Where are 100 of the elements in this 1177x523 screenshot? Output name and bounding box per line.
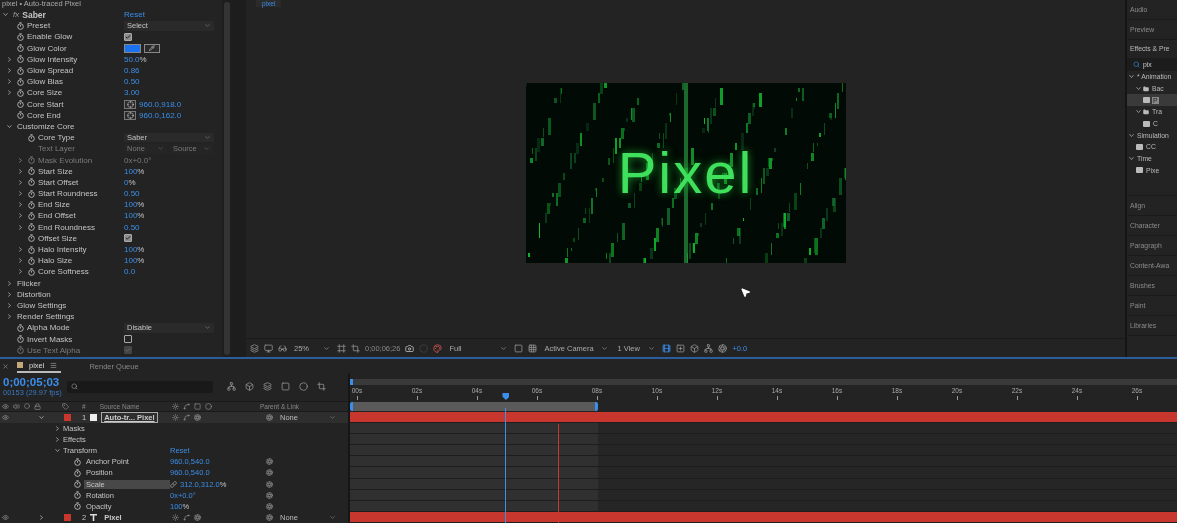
chevron-icon[interactable] xyxy=(1136,86,1141,92)
crosshair-button[interactable] xyxy=(124,99,136,109)
label-color[interactable] xyxy=(64,413,71,421)
stopwatch-icon[interactable] xyxy=(28,245,35,254)
grid-icon[interactable] xyxy=(528,343,538,353)
property-value[interactable]: 100 xyxy=(124,211,138,221)
chevron-icon[interactable] xyxy=(7,280,12,286)
stopwatch-icon[interactable] xyxy=(17,77,24,86)
property-value[interactable]: 0.50 xyxy=(124,222,140,232)
property-value[interactable]: 960.0,162.0 xyxy=(139,110,182,120)
checkbox[interactable] xyxy=(124,234,132,243)
chevron-icon[interactable] xyxy=(7,123,12,129)
network-icon[interactable] xyxy=(704,343,714,353)
chevron-icon[interactable] xyxy=(1136,109,1141,115)
chevron-icon[interactable] xyxy=(39,514,44,520)
square-plus-icon[interactable] xyxy=(676,343,686,353)
property-value[interactable]: 0 xyxy=(124,177,129,187)
stopwatch-icon[interactable] xyxy=(28,267,35,276)
checkbox[interactable] xyxy=(124,335,132,344)
eyedropper-button[interactable] xyxy=(144,43,160,53)
square-icon[interactable] xyxy=(514,343,524,353)
chevron-icon[interactable] xyxy=(18,179,23,185)
work-area-bar[interactable] xyxy=(350,401,599,411)
label-color[interactable] xyxy=(64,513,71,521)
chevron-icon[interactable] xyxy=(18,247,23,253)
group-label[interactable]: Render Settings xyxy=(17,312,75,322)
stopwatch-icon[interactable] xyxy=(74,468,81,477)
chevron-icon[interactable] xyxy=(7,90,12,96)
stopwatch-icon[interactable] xyxy=(17,88,24,97)
chevron-icon[interactable] xyxy=(18,168,23,174)
stopwatch-icon[interactable] xyxy=(28,234,35,243)
property-value[interactable]: 100 xyxy=(124,166,138,176)
stopwatch-icon[interactable] xyxy=(28,256,35,265)
chevron-icon[interactable] xyxy=(18,258,23,264)
crosshair-button[interactable] xyxy=(124,110,136,120)
stopwatch-icon[interactable] xyxy=(28,211,35,220)
property-value[interactable]: 0.50 xyxy=(124,189,140,199)
stopwatch-icon[interactable] xyxy=(17,21,24,30)
draft-3d-icon[interactable] xyxy=(245,382,254,392)
chevron-icon[interactable] xyxy=(7,302,12,308)
chevron-icon[interactable] xyxy=(7,314,12,320)
stopwatch-icon[interactable] xyxy=(17,346,24,355)
chevron-icon[interactable] xyxy=(39,414,44,420)
stopwatch-icon[interactable] xyxy=(74,502,81,511)
stopwatch-icon[interactable] xyxy=(28,133,35,142)
flowchart-icon[interactable] xyxy=(227,382,236,392)
scrollbar[interactable] xyxy=(222,0,232,357)
chevron-icon[interactable] xyxy=(18,213,23,219)
property-value[interactable]: 0.50 xyxy=(124,77,140,87)
chevron-icon[interactable] xyxy=(18,224,23,230)
property-value[interactable]: 50.0 xyxy=(124,54,140,64)
chevron-icon[interactable] xyxy=(18,202,23,208)
stopwatch-icon[interactable] xyxy=(74,457,81,466)
property-value[interactable]: 960.0,918.0 xyxy=(139,99,182,109)
stopwatch-icon[interactable] xyxy=(17,44,24,53)
stopwatch-icon[interactable] xyxy=(28,178,35,187)
playhead[interactable] xyxy=(502,392,510,400)
close-icon[interactable] xyxy=(2,362,9,370)
chevron-icon[interactable] xyxy=(18,191,23,197)
stopwatch-icon[interactable] xyxy=(17,100,24,109)
eye-icon[interactable] xyxy=(2,513,9,521)
stopwatch-icon[interactable] xyxy=(28,167,35,176)
box-icon[interactable] xyxy=(690,343,700,353)
chevron-icon[interactable] xyxy=(55,448,60,454)
link-icon[interactable] xyxy=(170,480,177,488)
chevron-icon[interactable] xyxy=(7,68,12,74)
property-value[interactable]: 3.00 xyxy=(124,88,140,98)
chevron-icon[interactable] xyxy=(7,291,12,297)
palette-icon[interactable] xyxy=(433,343,443,353)
search-field[interactable] xyxy=(67,380,213,393)
eye-icon[interactable] xyxy=(2,413,9,421)
checkbox[interactable] xyxy=(124,32,132,41)
property-value[interactable]: 0.0 xyxy=(124,267,136,277)
chevron-icon[interactable] xyxy=(3,12,8,18)
group-label[interactable]: Customize Core xyxy=(17,121,75,131)
current-time[interactable]: 0;00;05;03 xyxy=(3,376,59,389)
film-icon[interactable] xyxy=(662,343,672,353)
stopwatch-icon[interactable] xyxy=(17,111,24,120)
chevron-icon[interactable] xyxy=(1129,132,1134,138)
chevron-icon[interactable] xyxy=(55,425,60,431)
stopwatch-icon[interactable] xyxy=(17,323,24,332)
property-value[interactable]: 100 xyxy=(124,200,138,210)
chevron-icon[interactable] xyxy=(7,79,12,85)
aperture-icon[interactable] xyxy=(718,343,728,353)
glasses-icon[interactable] xyxy=(278,343,287,353)
layers-icon[interactable] xyxy=(263,382,272,392)
stopwatch-icon[interactable] xyxy=(28,189,35,198)
menu-icon[interactable] xyxy=(50,361,58,369)
stopwatch-icon[interactable] xyxy=(74,480,81,489)
stopwatch-icon[interactable] xyxy=(74,491,81,500)
group-label[interactable]: Glow Settings xyxy=(17,300,67,310)
group-label[interactable]: Distortion xyxy=(17,289,51,299)
stopwatch-icon[interactable] xyxy=(28,200,35,209)
property-value[interactable]: 100 xyxy=(124,256,138,266)
chevron-icon[interactable] xyxy=(1129,74,1134,80)
group-label[interactable]: Flicker xyxy=(17,278,41,288)
property-value[interactable]: 100 xyxy=(124,245,138,255)
layers-icon[interactable] xyxy=(250,343,259,353)
stopwatch-icon[interactable] xyxy=(17,66,24,75)
chevron-icon[interactable] xyxy=(1129,156,1134,162)
